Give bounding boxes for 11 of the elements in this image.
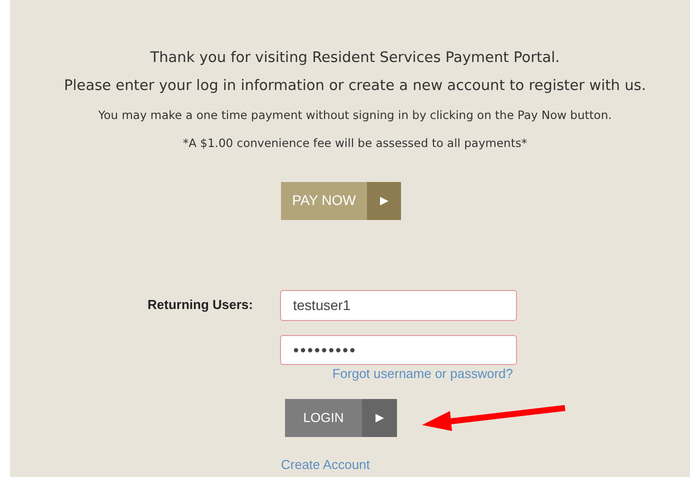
pay-now-button[interactable]: PAY NOW ▶: [281, 182, 401, 220]
play-icon: ▶: [367, 182, 401, 220]
password-field[interactable]: ●●●●●●●●●: [280, 334, 517, 366]
returning-users-label: Returning Users:: [146, 296, 253, 314]
login-button[interactable]: LOGIN ▶: [285, 399, 397, 437]
intro-note: You may make a one time payment without signing in by clicking on the Pay Now button.: [98, 107, 612, 123]
fee-note: *A $1.00 convenience fee will be assessed to all payments*: [182, 135, 528, 151]
play-icon: ▶: [362, 399, 397, 437]
intro-heading: Thank you for visiting Resident Services Payment Portal.: [150, 49, 560, 68]
intro-subheading: Please enter your log in information or create a new account to register with us.: [64, 77, 646, 96]
username-field[interactable]: testuser1: [280, 290, 517, 321]
